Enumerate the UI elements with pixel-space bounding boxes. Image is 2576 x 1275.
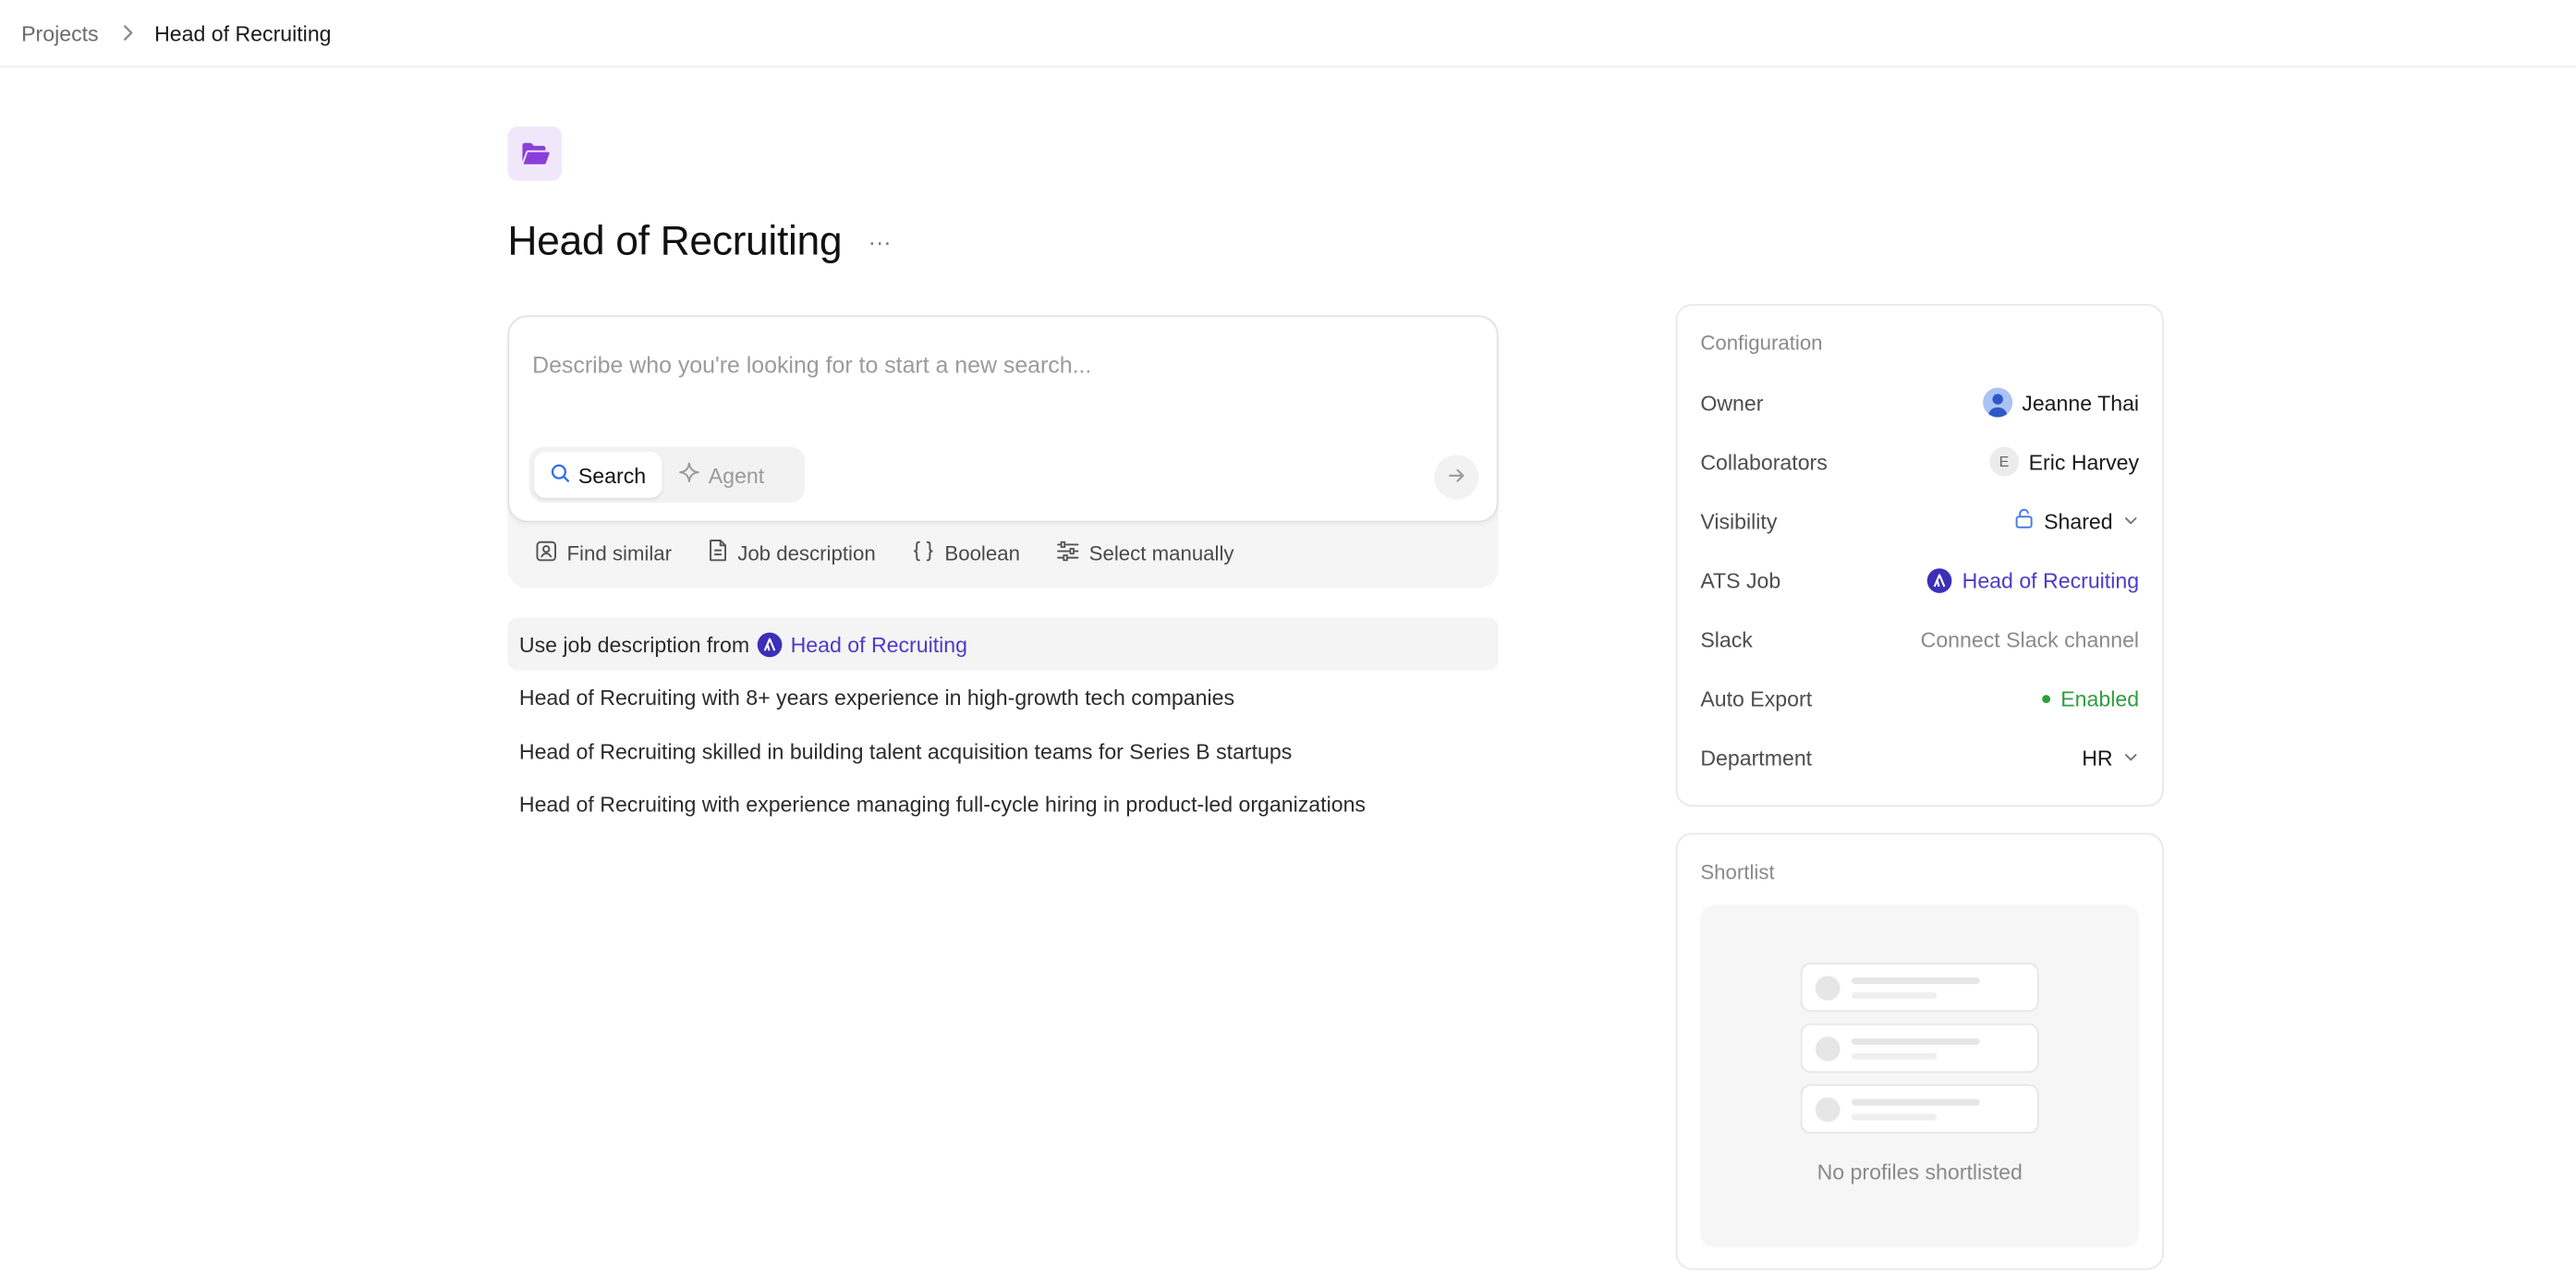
select-manually-label: Select manually [1088,540,1234,565]
document-icon [708,539,727,566]
visibility-label: Visibility [1700,508,1778,533]
ats-job-label: ATS Job [1700,567,1781,593]
avatar [1982,387,2012,418]
department-dropdown[interactable]: HR [2082,745,2139,770]
collaborators-row: Collaborators E Eric Harvey [1700,445,2139,479]
collaborator-name: Eric Harvey [2028,449,2140,474]
chevron-right-icon [122,25,135,42]
ats-job-name: Head of Recruiting [1962,567,2140,593]
ats-logo-icon [758,631,783,657]
owner-row: Owner Jeanne Thai [1700,386,2139,419]
collaborators-value[interactable]: E Eric Harvey [1988,446,2140,477]
owner-name: Jeanne Thai [2022,390,2140,415]
auto-export-status[interactable]: Enabled [2042,686,2140,711]
select-manually-button[interactable]: Select manually [1056,540,1234,565]
visibility-value: Shared [2044,508,2113,533]
search-mode-button[interactable]: Search [533,451,662,498]
ats-job-link-label: Head of Recruiting [790,631,968,657]
agent-mode-label: Agent [708,462,765,488]
slack-label: Slack [1700,626,1753,652]
mode-toggle: Search Agent [529,446,806,504]
breadcrumb-projects-link[interactable]: Projects [21,20,99,45]
ats-logo-icon [1927,567,1952,593]
job-description-label: Job description [737,540,876,565]
search-suggestions: Use job description from Head of Recruit… [507,617,1499,832]
visibility-row: Visibility Shared [1700,504,2139,538]
shortlist-empty-state: No profiles shortlisted [1700,905,2140,1247]
boolean-button[interactable]: Boolean [912,540,1020,565]
visibility-dropdown[interactable]: Shared [2014,507,2139,533]
search-input[interactable] [532,346,1452,383]
sparkle-icon [679,462,700,488]
search-composer: Search Agent Find simil [507,315,1499,589]
ats-job-row: ATS Job Head of Recruiting [1700,564,2139,597]
owner-value[interactable]: Jeanne Thai [1982,387,2140,418]
folder-open-icon [507,126,563,181]
composer-box: Search Agent [507,315,1499,523]
suggestion-item[interactable]: Head of Recruiting with 8+ years experie… [507,671,1498,723]
placeholder-profile-row [1800,1084,2039,1134]
auto-export-value: Enabled [2060,686,2140,711]
owner-label: Owner [1700,390,1764,415]
placeholder-profile-row [1800,1023,2039,1074]
department-value: HR [2082,745,2113,771]
boolean-label: Boolean [944,540,1020,565]
shortlist-header: Shortlist [1700,860,1775,884]
suggestion-item[interactable]: Head of Recruiting skilled in building t… [507,724,1498,777]
breadcrumb-current: Head of Recruiting [154,20,332,45]
placeholder-profile-row [1800,962,2039,1013]
avatar: E [1988,446,2019,477]
job-description-button[interactable]: Job description [708,539,876,566]
quick-actions: Find similar Job description Boolean Sel… [536,539,1234,566]
status-dot-icon [2042,694,2051,703]
connect-slack-button[interactable]: Connect Slack channel [1921,626,2139,651]
suggestion-job-description[interactable]: Use job description from Head of Recruit… [507,617,1499,671]
shortlist-empty-text: No profiles shortlisted [1817,1160,2023,1185]
person-card-icon [536,540,557,565]
breadcrumb: Projects Head of Recruiting [0,0,2576,67]
chevron-down-icon [2122,508,2139,533]
search-icon [551,463,570,488]
more-options-button[interactable]: ··· [862,224,898,260]
arrow-right-icon [1448,463,1466,492]
slack-row: Slack Connect Slack channel [1700,623,2139,656]
auto-export-row: Auto Export Enabled [1700,682,2139,715]
sliders-icon [1056,540,1079,565]
braces-icon [912,540,935,565]
ats-job-value[interactable]: Head of Recruiting [1927,567,2140,593]
collaborators-label: Collaborators [1700,449,1828,474]
send-button[interactable] [1434,455,1479,500]
department-row: Department HR [1700,741,2139,774]
ats-job-link[interactable]: Head of Recruiting [758,631,968,657]
chevron-down-icon [2122,745,2139,770]
find-similar-button[interactable]: Find similar [536,540,672,565]
department-label: Department [1700,745,1813,771]
suggestion-prefix: Use job description from [518,631,750,657]
suggestion-item[interactable]: Head of Recruiting with experience manag… [507,778,1498,831]
find-similar-label: Find similar [566,540,673,565]
shortlist-panel: Shortlist No profiles shortlisted [1675,832,2164,1270]
auto-export-label: Auto Export [1700,686,1813,711]
configuration-panel: Configuration Owner Jeanne Thai Collabor… [1675,303,2164,808]
page-title: Head of Recruiting [507,217,843,264]
configuration-header: Configuration [1700,332,1823,356]
agent-mode-button[interactable]: Agent [662,452,781,498]
lock-icon [2014,507,2034,533]
search-mode-label: Search [577,462,647,488]
